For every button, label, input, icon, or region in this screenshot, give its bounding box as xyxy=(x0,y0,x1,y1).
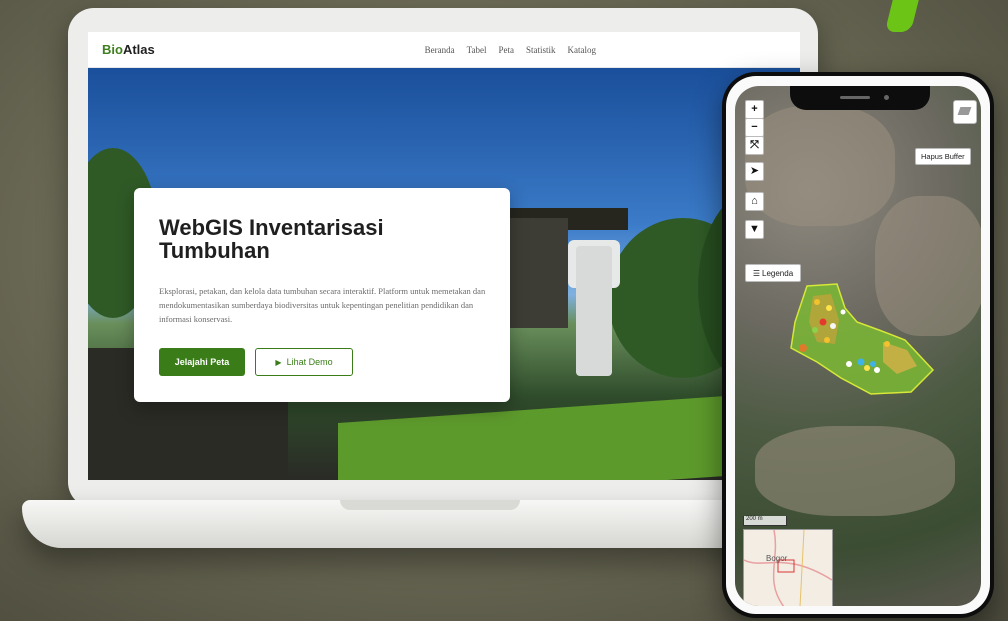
list-icon: ☰ xyxy=(752,268,760,278)
top-navigation: BioAtlas Beranda Tabel Peta Statistik Ka… xyxy=(88,32,800,68)
phone-map-screen[interactable]: + − ⤧ ➤ ⌂ ▼ Hapus Buffer ☰ Legenda 200 m… xyxy=(735,86,981,606)
bioatlas-logo[interactable]: BioAtlas xyxy=(102,42,155,57)
logo-part-bio: Bio xyxy=(102,42,123,57)
nav-link-peta[interactable]: Peta xyxy=(498,45,514,55)
laptop-notch xyxy=(340,500,520,510)
home-button[interactable]: ⌂ xyxy=(745,192,764,211)
overview-minimap[interactable]: Bogor xyxy=(743,529,833,606)
map-urban-area-1 xyxy=(745,106,895,226)
nav-link-tabel[interactable]: Tabel xyxy=(467,45,487,55)
hero-lawn xyxy=(338,392,768,480)
phone-frame: + − ⤧ ➤ ⌂ ▼ Hapus Buffer ☰ Legenda 200 m… xyxy=(722,72,994,618)
phone-notch xyxy=(790,86,930,110)
laptop-screen: BioAtlas Beranda Tabel Peta Statistik Ka… xyxy=(88,32,800,480)
zoom-in-button[interactable]: + xyxy=(745,100,764,119)
lihat-demo-button[interactable]: ▶ Lihat Demo xyxy=(255,348,353,376)
filter-button[interactable]: ▼ xyxy=(745,220,764,239)
speaker-grille xyxy=(840,96,870,99)
hero-title: WebGIS Inventarisasi Tumbuhan xyxy=(159,215,384,263)
hero-description: Eksplorasi, petakan, dan kelola data tum… xyxy=(159,286,486,324)
camera-dot xyxy=(884,95,889,100)
study-area-polygon[interactable] xyxy=(787,282,937,422)
map-marker[interactable] xyxy=(814,299,820,305)
minimap-roads xyxy=(744,530,832,606)
layers-button[interactable] xyxy=(953,100,977,124)
minimap-label: Bogor xyxy=(766,554,788,563)
play-icon: ▶ xyxy=(275,357,282,367)
fullscreen-button[interactable]: ⤧ xyxy=(745,136,764,155)
nav-link-katalog[interactable]: Katalog xyxy=(568,45,597,55)
lihat-demo-label: Lihat Demo xyxy=(286,357,333,367)
hapus-buffer-button[interactable]: Hapus Buffer xyxy=(915,148,971,165)
hero-card: WebGIS Inventarisasi Tumbuhan Eksplorasi… xyxy=(134,188,510,402)
zoom-out-button[interactable]: − xyxy=(745,118,764,137)
logo-part-atlas: Atlas xyxy=(122,42,155,57)
legenda-button[interactable]: ☰ Legenda xyxy=(745,264,801,282)
jelajahi-peta-button[interactable]: Jelajahi Peta xyxy=(159,348,245,376)
nav-links: Beranda Tabel Peta Statistik Katalog xyxy=(425,45,596,55)
nav-link-beranda[interactable]: Beranda xyxy=(425,45,455,55)
map-urban-area-3 xyxy=(755,426,955,516)
locate-button[interactable]: ➤ xyxy=(745,162,764,181)
nav-link-statistik[interactable]: Statistik xyxy=(526,45,556,55)
layers-icon xyxy=(957,107,972,115)
hero-water-tower xyxy=(576,246,612,376)
decorative-accent-stroke xyxy=(884,0,922,32)
map-scale-bar: 200 m xyxy=(743,516,787,526)
hero-section: WebGIS Inventarisasi Tumbuhan Eksplorasi… xyxy=(88,68,800,480)
legenda-label: Legenda xyxy=(762,268,794,278)
